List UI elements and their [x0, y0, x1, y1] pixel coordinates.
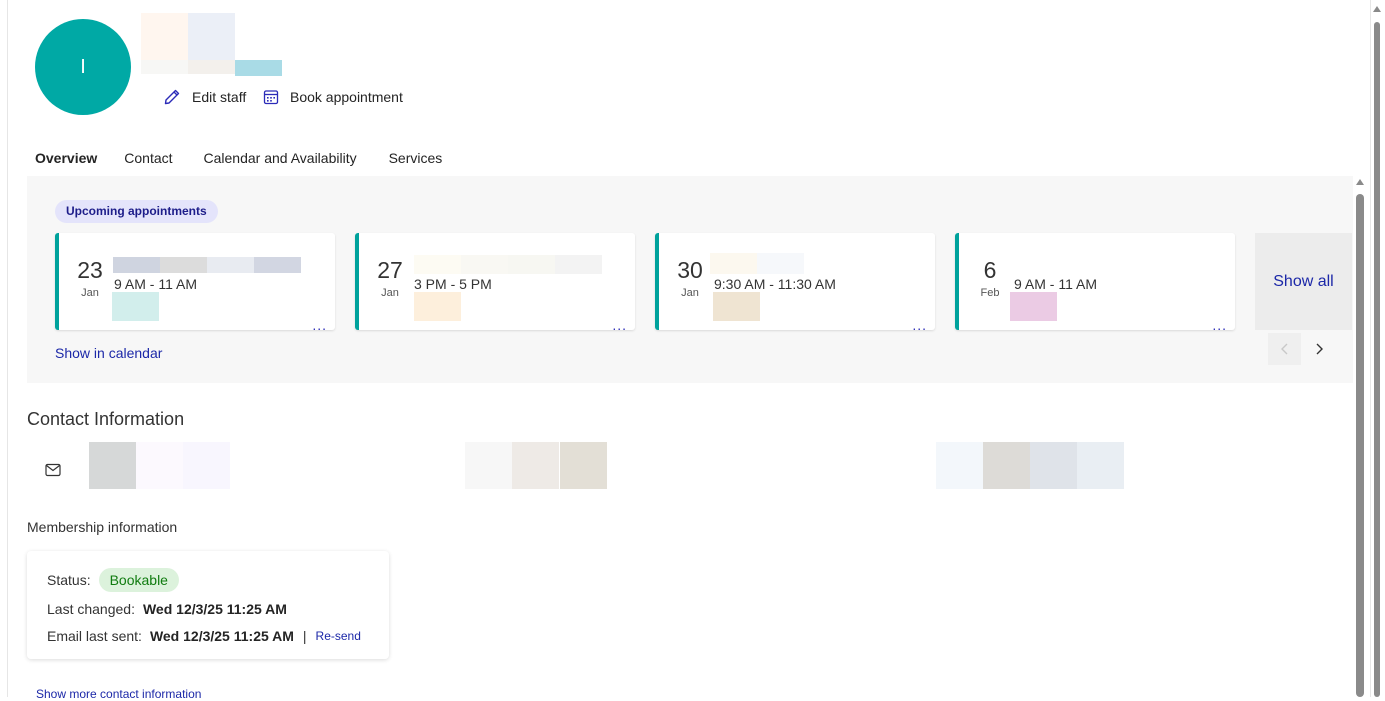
scrollbar-thumb[interactable]: [1356, 194, 1364, 697]
email-sent-value: Wed 12/3/25 11:25 AM: [149, 628, 294, 644]
last-changed-label: Last changed:: [47, 601, 135, 617]
previous-button[interactable]: [1268, 333, 1301, 365]
appointment-day: 6: [983, 257, 997, 283]
show-in-calendar-link[interactable]: Show in calendar: [55, 345, 162, 361]
upcoming-appointments-badge: Upcoming appointments: [55, 200, 218, 223]
contact-information-title: Contact Information: [27, 409, 185, 429]
appointment-month: Jan: [681, 287, 699, 299]
book-appointment-label: Book appointment: [290, 89, 403, 105]
membership-information-title: Membership information: [27, 519, 178, 535]
tab-bar: Overview Contact Calendar and Availabili…: [35, 146, 469, 179]
last-changed-value: Wed 12/3/25 11:25 AM: [142, 601, 287, 617]
edit-staff-button[interactable]: Edit staff: [163, 87, 246, 107]
appointment-month: Jan: [381, 287, 399, 299]
appointment-time: 9 AM - 11 AM: [114, 276, 197, 292]
last-changed-row: Last changed: Wed 12/3/25 11:25 AM: [47, 601, 287, 617]
calendar-icon: [263, 90, 279, 105]
appointment-card[interactable]: 30 Jan 9:30 AM - 11:30 AM ...: [655, 233, 935, 332]
appointment-day: 30: [677, 257, 703, 283]
chevron-left-icon: [1280, 343, 1287, 355]
appointment-day: 23: [77, 257, 103, 283]
more-options-icon[interactable]: ...: [1212, 318, 1227, 332]
chevron-right-icon: [1316, 343, 1323, 355]
appointment-time: 9 AM - 11 AM: [1014, 276, 1097, 292]
tab-services[interactable]: Services: [389, 146, 443, 179]
show-all-button[interactable]: Show all: [1255, 233, 1352, 330]
status-label: Status:: [47, 572, 91, 588]
scroll-up-arrow[interactable]: [1356, 179, 1364, 185]
more-options-icon[interactable]: ...: [612, 318, 627, 332]
appointment-month: Feb: [980, 287, 1000, 299]
more-options-icon[interactable]: ...: [912, 318, 927, 332]
avatar: I: [35, 19, 131, 115]
appointment-month: Jan: [81, 287, 99, 299]
tab-calendar-availability[interactable]: Calendar and Availability: [204, 146, 357, 179]
appointment-time: 3 PM - 5 PM: [414, 276, 492, 292]
tab-overview[interactable]: Overview: [35, 146, 98, 179]
page-scroll-up-arrow[interactable]: [1373, 6, 1381, 12]
appointment-card[interactable]: 23 Jan 9 AM - 11 AM ...: [55, 233, 335, 332]
appointment-card[interactable]: 6 Feb 9 AM - 11 AM ...: [955, 233, 1235, 332]
email-sent-row: Email last sent: Wed 12/3/25 11:25 AM | …: [47, 628, 361, 644]
show-more-contact-link[interactable]: Show more contact information: [36, 687, 201, 701]
membership-card: Status: Bookable Last changed: Wed 12/3/…: [27, 551, 389, 659]
pencil-icon: [164, 89, 180, 105]
avatar-initial: I: [80, 55, 86, 78]
next-button[interactable]: [1302, 333, 1335, 365]
mail-icon: [45, 463, 61, 482]
show-all-label: Show all: [1273, 272, 1334, 290]
status-badge: Bookable: [98, 568, 179, 592]
appointment-time: 9:30 AM - 11:30 AM: [714, 276, 836, 292]
tab-contact[interactable]: Contact: [124, 146, 172, 179]
appointment-card[interactable]: 27 Jan 3 PM - 5 PM ...: [355, 233, 635, 332]
more-options-icon[interactable]: ...: [312, 318, 327, 332]
status-row: Status: Bookable: [47, 568, 179, 592]
email-sent-label: Email last sent:: [47, 628, 142, 644]
edit-staff-label: Edit staff: [192, 89, 247, 105]
book-appointment-button[interactable]: Book appointment: [263, 87, 403, 107]
page-scrollbar-thumb[interactable]: [1374, 22, 1380, 697]
separator: |: [302, 628, 307, 644]
left-divider: [7, 0, 8, 697]
appointment-day: 27: [377, 257, 403, 283]
right-divider: [1370, 0, 1371, 697]
resend-link[interactable]: Re-send: [316, 629, 361, 643]
